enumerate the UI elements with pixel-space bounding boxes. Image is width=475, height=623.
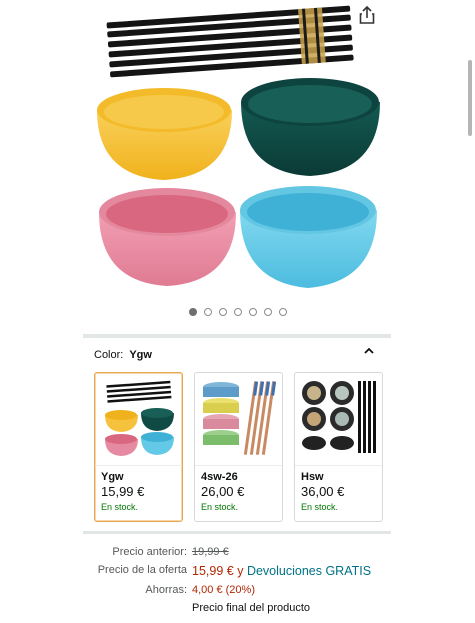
offer-connector: y <box>237 564 244 578</box>
previous-price-value: 19,99 € <box>192 546 229 558</box>
product-photo-bowls-chopsticks <box>97 5 380 288</box>
option-name: Hsw <box>301 471 324 483</box>
option-stock: En stock. <box>101 502 139 512</box>
section-divider <box>83 334 391 338</box>
final-price-note: Precio final del producto <box>192 602 311 614</box>
option-name: Ygw <box>101 471 124 483</box>
variation-label: Color: <box>94 349 124 361</box>
pagination-dot[interactable] <box>278 308 287 316</box>
pagination-dot[interactable] <box>248 308 257 316</box>
offer-price-row: Precio de la oferta 15,99 € y Devolucion… <box>83 564 391 580</box>
option-stock: En stock. <box>301 502 339 512</box>
product-image[interactable] <box>0 0 475 300</box>
card-separator <box>295 465 382 466</box>
collapse-variations-button[interactable] <box>362 344 376 358</box>
offer-price-line: 15,99 € y Devoluciones GRATIS <box>192 564 371 578</box>
image-pagination-dots <box>0 308 475 316</box>
final-price-note-row: Precio final del producto <box>83 602 391 618</box>
savings-label: Ahorras: <box>145 584 187 596</box>
option-card-hsw[interactable]: Hsw 36,00 € En stock. <box>294 372 383 522</box>
chopsticks <box>106 5 354 78</box>
free-returns-link[interactable]: Devoluciones GRATIS <box>247 564 371 578</box>
option-thumbnail <box>105 380 174 456</box>
savings-value: 4,00 € (20%) <box>192 584 255 596</box>
offer-price-value: 15,99 € <box>192 564 234 578</box>
bowl-pink <box>99 188 236 286</box>
variation-header[interactable]: Color: Ygw <box>94 346 384 364</box>
option-stock: En stock. <box>201 502 239 512</box>
share-button[interactable] <box>356 4 378 26</box>
variation-options: Ygw 15,99 € En stock. 4sw-26 26,00 € En … <box>94 372 386 522</box>
bowl-green <box>241 78 380 176</box>
option-name: 4sw-26 <box>201 471 238 483</box>
chevron-up-icon <box>364 347 374 354</box>
offer-price-label: Precio de la oferta <box>97 564 187 576</box>
section-divider <box>83 531 391 534</box>
option-thumbnail <box>203 381 277 455</box>
share-icon <box>359 5 375 24</box>
option-price: 36,00 € <box>301 484 345 499</box>
scrollbar-thumb[interactable] <box>468 60 472 136</box>
option-card-4sw-26[interactable]: 4sw-26 26,00 € En stock. <box>194 372 283 522</box>
bowl-yellow <box>97 88 232 180</box>
pagination-dot[interactable] <box>203 308 212 316</box>
option-price: 26,00 € <box>201 484 245 499</box>
savings-row: Ahorras: 4,00 € (20%) <box>83 584 391 600</box>
option-thumbnail <box>302 381 376 453</box>
variation-selected-value: Ygw <box>129 349 152 361</box>
card-separator <box>95 465 182 466</box>
card-separator <box>195 465 282 466</box>
previous-price-label: Precio anterior: <box>112 546 187 558</box>
pagination-dot[interactable] <box>233 308 242 316</box>
pagination-dot[interactable] <box>188 308 197 316</box>
pagination-dot[interactable] <box>218 308 227 316</box>
option-price: 15,99 € <box>101 484 145 499</box>
pagination-dot[interactable] <box>263 308 272 316</box>
bowl-blue <box>240 186 377 288</box>
previous-price-row: Precio anterior: 19,99 € <box>83 546 391 562</box>
option-card-ygw[interactable]: Ygw 15,99 € En stock. <box>94 372 183 522</box>
